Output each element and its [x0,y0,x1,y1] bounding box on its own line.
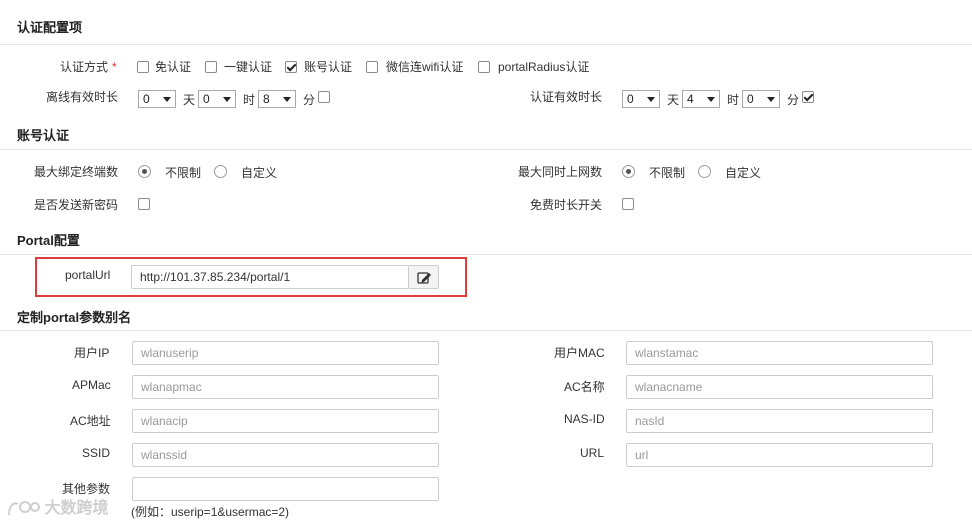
ssid-label: SSID [82,446,111,460]
user-mac-label: 用户MAC [554,346,605,360]
checkbox-auth-valid[interactable] [802,91,814,103]
watermark-logo: 大数跨境 [6,494,108,519]
checkbox-wechat-wifi-auth[interactable] [366,61,378,73]
minute-unit: 分 [787,93,800,107]
day-unit: 天 [667,93,680,107]
section-title-portal-config: Portal配置 [17,233,80,248]
divider [0,149,972,150]
ac-name-input[interactable]: wlanacname [626,375,933,399]
divider [0,330,972,331]
chevron-down-icon [223,97,231,102]
offline-minute-select[interactable]: 8 [258,90,296,108]
hour-unit: 时 [243,93,256,107]
ap-mac-label: APMac [72,378,111,392]
ssid-input[interactable]: wlanssid [132,443,439,467]
edit-button[interactable] [409,265,439,289]
radio-max-online-custom[interactable] [698,165,711,178]
custom-label: 自定义 [725,166,762,180]
section-title-account-auth: 账号认证 [17,128,70,143]
url-label: URL [580,446,605,460]
checkbox-send-new-password[interactable] [138,198,150,210]
max-bind-label: 最大绑定终端数 [34,165,119,179]
unlimited-label: 不限制 [165,166,202,180]
custom-label: 自定义 [241,166,278,180]
section-title-auth-config: 认证配置项 [17,20,83,35]
other-params-input[interactable] [132,477,439,501]
minute-unit: 分 [303,93,316,107]
checkbox-one-click-auth[interactable] [205,61,217,73]
required-mark: * [112,60,117,74]
checkbox-offline-timeout[interactable] [318,91,330,103]
auth-method-label: 认证方式 * [60,60,117,74]
chevron-down-icon [707,97,715,102]
auth-valid-minute-select[interactable]: 0 [742,90,780,108]
auth-valid-label: 认证有效时长 [530,90,603,104]
offline-hour-select[interactable]: 0 [198,90,236,108]
portal-radius-auth-label: portalRadius认证 [498,60,590,74]
checkbox-free-duration[interactable] [622,198,634,210]
account-auth-label: 账号认证 [304,60,353,74]
watermark-icon [8,500,40,515]
radio-max-online-unlimited[interactable] [622,165,635,178]
auth-valid-hour-select[interactable]: 4 [682,90,720,108]
other-params-hint: (例如：userip=1&usermac=2) [131,505,290,519]
divider [0,254,972,255]
chevron-down-icon [647,97,655,102]
chevron-down-icon [163,97,171,102]
chevron-down-icon [767,97,775,102]
nas-id-label: NAS-ID [564,412,605,426]
auth-valid-day-select[interactable]: 0 [622,90,660,108]
checkbox-portal-radius-auth[interactable] [478,61,490,73]
offline-day-select[interactable]: 0 [138,90,176,108]
user-ip-label: 用户IP [74,346,110,360]
unlimited-label: 不限制 [649,166,686,180]
radio-max-bind-custom[interactable] [214,165,227,178]
free-auth-label: 免认证 [155,60,192,74]
send-new-password-label: 是否发送新密码 [34,198,119,212]
wechat-wifi-auth-label: 微信连wifi认证 [386,60,464,74]
max-online-label: 最大同时上网数 [518,165,603,179]
url-input[interactable]: url [626,443,933,467]
one-click-auth-label: 一键认证 [224,60,273,74]
checkbox-free-auth[interactable] [137,61,149,73]
day-unit: 天 [183,93,196,107]
checkbox-account-auth[interactable] [285,61,297,73]
radio-max-bind-unlimited[interactable] [138,165,151,178]
ac-name-label: AC名称 [564,380,605,394]
nas-id-input[interactable]: nasId [626,409,933,433]
ac-ip-label: AC地址 [70,414,111,428]
hour-unit: 时 [727,93,740,107]
edit-icon [417,272,431,284]
chevron-down-icon [283,97,291,102]
portal-url-label: portalUrl [65,268,111,282]
user-mac-input[interactable]: wlanstamac [626,341,933,365]
portal-url-input[interactable]: http://101.37.85.234/portal/1 [131,265,409,289]
ap-mac-input[interactable]: wlanapmac [132,375,439,399]
offline-timeout-label: 离线有效时长 [46,90,119,104]
section-title-custom-alias: 定制portal参数别名 [17,310,132,325]
free-duration-label: 免费时长开关 [530,198,603,212]
user-ip-input[interactable]: wlanuserip [132,341,439,365]
divider [0,44,972,45]
ac-ip-input[interactable]: wlanacip [132,409,439,433]
